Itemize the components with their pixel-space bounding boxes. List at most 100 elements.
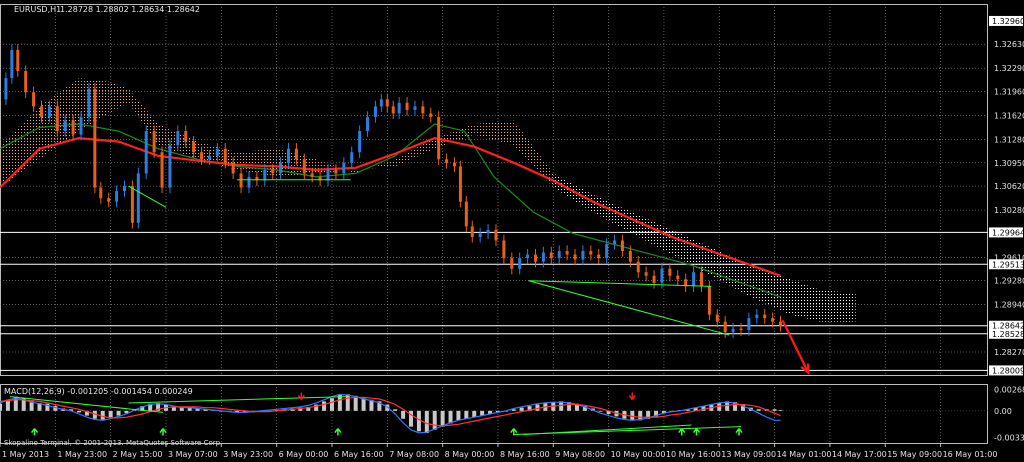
candle-body-80: [605, 244, 609, 259]
candle-body-6: [39, 106, 43, 117]
candle-body-74: [557, 251, 561, 259]
macd-hist-bar-66: [519, 407, 524, 411]
candle-body-69: [518, 258, 522, 269]
copyright-text: Skopalino Terminal, © 2001-2013. MetaQuo…: [4, 439, 222, 447]
eurusd-h1-chart[interactable]: 1.32630 1.32290 1.31960 1.31620 1.31280 1.309…: [0, 0, 1024, 462]
x-tick-label: 15 May 09:00: [887, 450, 942, 459]
candle-body-60: [452, 162, 456, 167]
macd-y-tick-label: 0.002686: [994, 386, 1024, 395]
candle-body-87: [660, 268, 664, 283]
candle-body-68: [510, 258, 514, 269]
candle-body-17: [122, 186, 126, 192]
x-tick-label: 8 May 00:00: [445, 450, 495, 459]
candle-body-101: [771, 318, 775, 322]
price-box-label: 1.29513: [992, 260, 1024, 269]
candle-body-50: [379, 99, 383, 107]
x-tick-label: 16 May 01:00: [943, 450, 998, 459]
macd-hist-bar-42: [329, 398, 334, 411]
candle-body-5: [32, 92, 36, 107]
macd-y-tick-label: 0.00: [994, 407, 1012, 416]
y-tick-label: 1.28270: [994, 348, 1024, 357]
candle-body-12: [87, 88, 91, 117]
candle-body-95: [723, 321, 727, 333]
candle-body-40: [302, 159, 306, 174]
cloud-seg-22: [820, 289, 856, 322]
candle-body-24: [176, 131, 180, 146]
price-box-label: 1.28528: [992, 330, 1024, 339]
x-tick-label: 14 May 01:00: [777, 450, 832, 459]
x-tick-label: 10 May 16:00: [666, 450, 721, 459]
macd-hist-bar-54: [424, 410, 429, 433]
candle-body-79: [597, 254, 601, 259]
macd-hist-bar-41: [322, 401, 327, 411]
candle-body-8: [55, 106, 59, 132]
candle-body-86: [652, 275, 656, 283]
candle-body-44: [334, 169, 338, 174]
candle-body-3: [16, 49, 20, 72]
candle-body-20: [144, 131, 148, 174]
candle-body-72: [541, 252, 545, 262]
x-tick-label: 8 May 16:00: [500, 450, 550, 459]
candle-body-43: [326, 169, 330, 181]
macd-hist-bar-57: [448, 410, 453, 424]
candle-body-48: [366, 116, 370, 132]
y-tick-label: 1.29280: [994, 277, 1024, 286]
candle-body-71: [533, 254, 537, 262]
x-tick-label: 6 May 16:00: [334, 450, 384, 459]
x-tick-label: 9 May 08:00: [555, 450, 605, 459]
macd-hist-bar-13: [100, 410, 105, 420]
candle-body-33: [247, 176, 251, 188]
candle-body-75: [565, 251, 569, 255]
candle-body-53: [397, 102, 401, 114]
candle-body-2: [10, 49, 14, 79]
candle-body-49: [373, 106, 377, 117]
macd-hist-bar-46: [361, 398, 366, 411]
candle-body-15: [107, 198, 111, 202]
candle-body-58: [437, 116, 441, 160]
x-tick-label: 3 May 23:00: [223, 450, 273, 459]
x-tick-label: 10 May 00:00: [611, 450, 666, 459]
macd-hist-bar-53: [416, 410, 421, 432]
candle-body-56: [421, 106, 425, 114]
y-tick-label: 1.28940: [994, 301, 1024, 310]
candle-body-77: [581, 251, 585, 260]
candle-body-62: [464, 201, 468, 227]
candle-body-11: [79, 116, 83, 135]
candle-body-67: [502, 240, 506, 259]
macd-hist-bar-1: [5, 399, 10, 411]
candle-body-81: [613, 240, 617, 244]
macd-hist-bar-98: [772, 409, 777, 411]
y-tick-label: 1.31960: [994, 88, 1024, 97]
candle-body-55: [413, 106, 417, 110]
candle-body-85: [644, 272, 648, 276]
candle-body-46: [350, 152, 354, 163]
candle-body-76: [573, 254, 577, 260]
candle-body-31: [231, 162, 235, 174]
x-tick-label: 14 May 17:00: [832, 450, 887, 459]
macd-hist-bar-15: [116, 410, 121, 416]
y-tick-label: 1.30620: [994, 182, 1024, 191]
macd-hist-bar-50: [393, 409, 398, 411]
x-tick-label: 13 May 09:00: [721, 450, 776, 459]
x-tick-label: 1 May 23:00: [57, 450, 107, 459]
y-tick-label: 1.32630: [994, 40, 1024, 49]
candle-body-100: [763, 314, 767, 319]
y-tick-label: 1.31620: [994, 112, 1024, 121]
macd-hist-bar-55: [432, 410, 437, 430]
candle-body-102: [779, 321, 783, 326]
macd-hist-bar-43: [337, 395, 342, 411]
candle-body-73: [549, 252, 553, 259]
macd-hist-bar-44: [345, 394, 350, 411]
macd-hist-bar-56: [440, 410, 445, 427]
candle-body-45: [342, 162, 346, 174]
candle-body-41: [310, 173, 314, 177]
macd-hist-bar-51: [401, 410, 406, 419]
candle-body-70: [526, 254, 530, 259]
candle-body-10: [71, 120, 75, 135]
candle-body-84: [636, 261, 640, 273]
candle-body-7: [47, 106, 51, 117]
macd-hist-bar-76: [598, 410, 603, 412]
candle-body-25: [184, 131, 188, 142]
candle-body-37: [279, 162, 283, 174]
candle-body-22: [160, 152, 164, 188]
